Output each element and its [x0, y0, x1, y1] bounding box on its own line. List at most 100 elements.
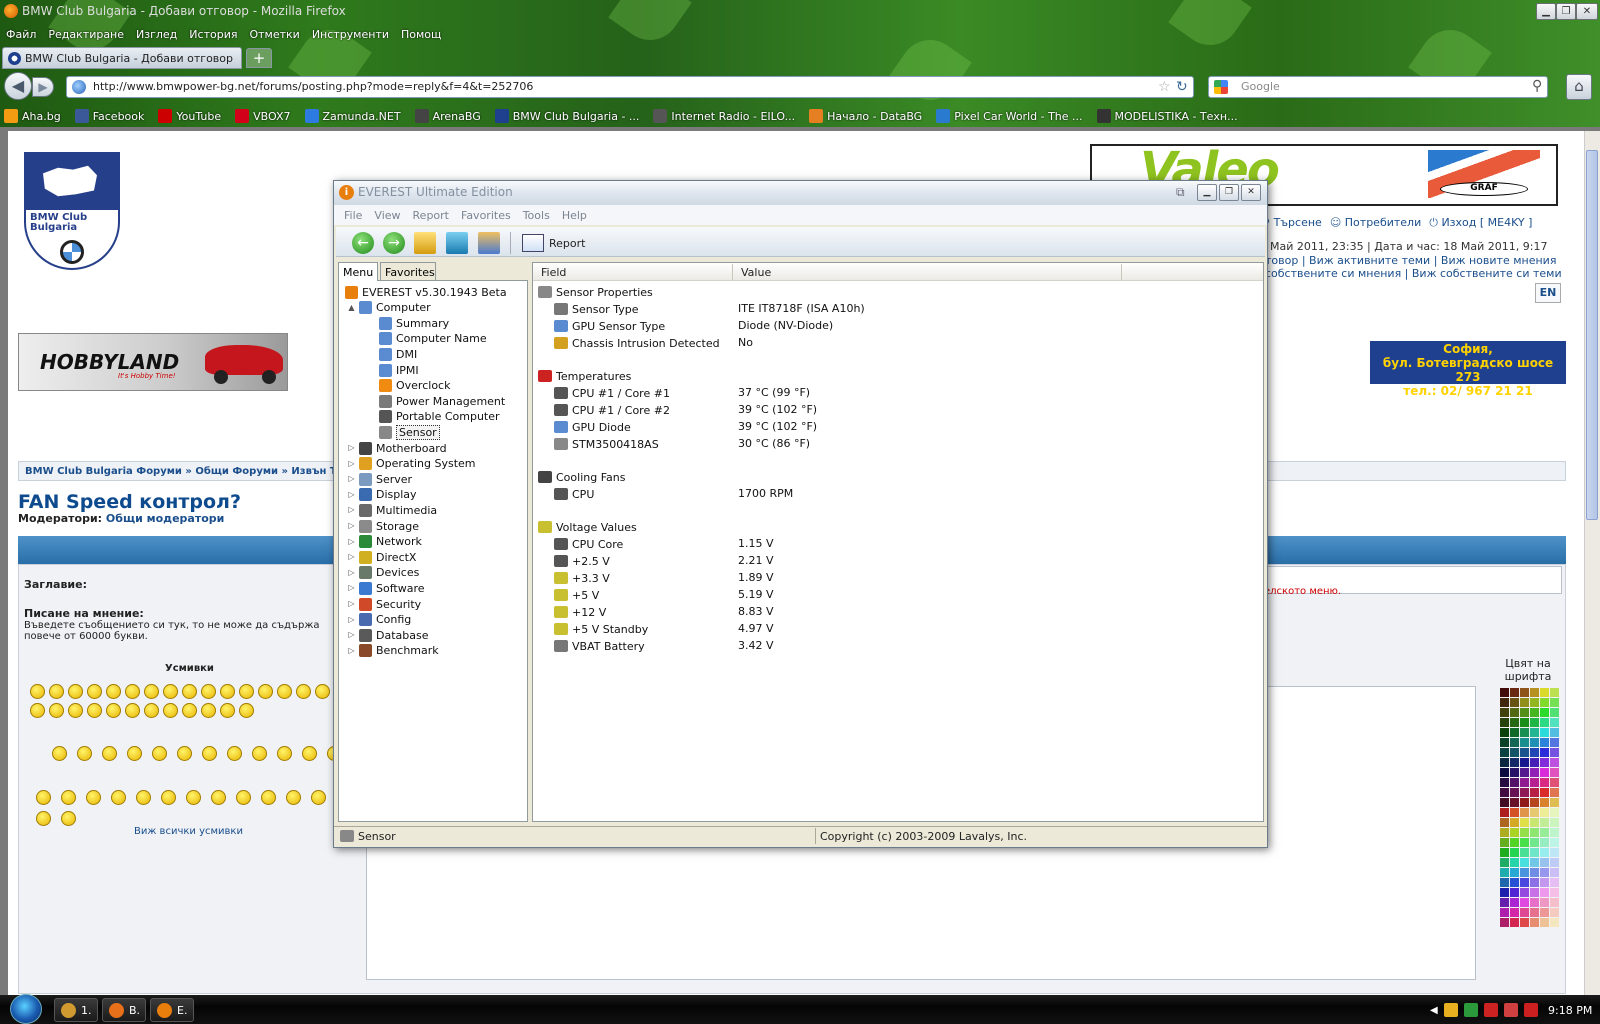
- expand-icon[interactable]: ▷: [347, 521, 356, 530]
- palette-swatch[interactable]: [1510, 788, 1519, 797]
- tree-item-devices[interactable]: Devices: [359, 565, 419, 581]
- start-button[interactable]: [10, 994, 42, 1024]
- expand-icon[interactable]: ▷: [347, 537, 356, 546]
- palette-swatch[interactable]: [1510, 888, 1519, 897]
- palette-swatch[interactable]: [1550, 718, 1559, 727]
- palette-swatch[interactable]: [1550, 808, 1559, 817]
- palette-swatch[interactable]: [1500, 898, 1509, 907]
- palette-swatch[interactable]: [1520, 828, 1529, 837]
- palette-swatch[interactable]: [1520, 868, 1529, 877]
- palette-swatch[interactable]: [1510, 908, 1519, 917]
- palette-swatch[interactable]: [1540, 808, 1549, 817]
- palette-swatch[interactable]: [1500, 838, 1509, 847]
- palette-swatch[interactable]: [1540, 778, 1549, 787]
- smiley-icon[interactable]: [286, 790, 301, 805]
- smiley-icon[interactable]: [30, 703, 45, 718]
- section-temperatures[interactable]: Temperatures: [538, 368, 631, 384]
- expand-icon[interactable]: ▷: [347, 615, 356, 624]
- sensor-row[interactable]: GPU Diode: [554, 419, 631, 435]
- palette-swatch[interactable]: [1540, 708, 1549, 717]
- smiley-icon[interactable]: [239, 684, 254, 699]
- palette-swatch[interactable]: [1540, 728, 1549, 737]
- quick-links-2[interactable]: собствените си мнения | Виж собствените …: [1265, 267, 1562, 280]
- back-button[interactable]: ◀: [4, 72, 32, 100]
- smiley-icon[interactable]: [68, 684, 83, 699]
- palette-swatch[interactable]: [1510, 748, 1519, 757]
- tree-item-everest-v5-30-1943-beta[interactable]: EVEREST v5.30.1943 Beta: [345, 284, 507, 300]
- palette-swatch[interactable]: [1530, 818, 1539, 827]
- tree-item-motherboard[interactable]: Motherboard: [359, 440, 447, 456]
- palette-swatch[interactable]: [1530, 848, 1539, 857]
- palette-swatch[interactable]: [1550, 788, 1559, 797]
- smiley-icon[interactable]: [177, 746, 192, 761]
- ev-forward-icon[interactable]: →: [383, 232, 405, 254]
- palette-swatch[interactable]: [1520, 788, 1529, 797]
- smiley-icon[interactable]: [163, 703, 178, 718]
- tree-item-portable-computer[interactable]: Portable Computer: [379, 409, 500, 425]
- palette-swatch[interactable]: [1530, 888, 1539, 897]
- palette-swatch[interactable]: [1530, 868, 1539, 877]
- ev-maximize-button[interactable]: ❐: [1219, 184, 1239, 201]
- palette-swatch[interactable]: [1550, 878, 1559, 887]
- palette-swatch[interactable]: [1550, 888, 1559, 897]
- palette-swatch[interactable]: [1540, 878, 1549, 887]
- smiley-icon[interactable]: [258, 684, 273, 699]
- palette-swatch[interactable]: [1510, 918, 1519, 927]
- moderators-link[interactable]: Общи модератори: [106, 512, 224, 525]
- palette-swatch[interactable]: [1520, 808, 1529, 817]
- expand-icon[interactable]: ▷: [347, 474, 356, 483]
- palette-swatch[interactable]: [1530, 858, 1539, 867]
- tree-item-sensor[interactable]: Sensor: [379, 424, 440, 440]
- palette-swatch[interactable]: [1550, 848, 1559, 857]
- palette-swatch[interactable]: [1530, 778, 1539, 787]
- section-sensor-properties[interactable]: Sensor Properties: [538, 284, 653, 300]
- smiley-icon[interactable]: [201, 684, 216, 699]
- column-separator[interactable]: [732, 264, 733, 280]
- palette-swatch[interactable]: [1530, 728, 1539, 737]
- smiley-icon[interactable]: [36, 790, 51, 805]
- palette-swatch[interactable]: [1520, 848, 1529, 857]
- palette-swatch[interactable]: [1550, 868, 1559, 877]
- palette-swatch[interactable]: [1500, 908, 1509, 917]
- palette-swatch[interactable]: [1540, 898, 1549, 907]
- palette-swatch[interactable]: [1540, 788, 1549, 797]
- browser-menu-3[interactable]: История: [183, 24, 243, 44]
- palette-swatch[interactable]: [1530, 688, 1539, 697]
- site-identity-icon[interactable]: [72, 80, 86, 94]
- palette-swatch[interactable]: [1520, 778, 1529, 787]
- browser-menu-6[interactable]: Помощ: [395, 24, 447, 44]
- palette-swatch[interactable]: [1500, 688, 1509, 697]
- palette-swatch[interactable]: [1530, 698, 1539, 707]
- tray-icon[interactable]: [1523, 1003, 1538, 1017]
- palette-swatch[interactable]: [1530, 838, 1539, 847]
- topnav-0[interactable]: ⚲ Търсене: [1262, 216, 1322, 232]
- bookmark-10[interactable]: MODELISTIKA - Техн...: [1096, 109, 1238, 123]
- palette-swatch[interactable]: [1530, 718, 1539, 727]
- palette-swatch[interactable]: [1550, 858, 1559, 867]
- palette-swatch[interactable]: [1510, 728, 1519, 737]
- topnav-1[interactable]: ☺ Потребители: [1330, 216, 1421, 232]
- smiley-icon[interactable]: [161, 790, 176, 805]
- palette-swatch[interactable]: [1510, 708, 1519, 717]
- minimize-button[interactable]: ▁: [1536, 3, 1556, 20]
- palette-swatch[interactable]: [1500, 748, 1509, 757]
- smiley-icon[interactable]: [30, 684, 45, 699]
- palette-swatch[interactable]: [1550, 838, 1559, 847]
- palette-swatch[interactable]: [1510, 698, 1519, 707]
- palette-swatch[interactable]: [1510, 808, 1519, 817]
- palette-swatch[interactable]: [1530, 768, 1539, 777]
- palette-swatch[interactable]: [1540, 688, 1549, 697]
- palette-swatch[interactable]: [1510, 718, 1519, 727]
- palette-swatch[interactable]: [1500, 698, 1509, 707]
- smiley-icon[interactable]: [211, 790, 226, 805]
- palette-swatch[interactable]: [1540, 888, 1549, 897]
- sensor-row[interactable]: +5 V: [554, 587, 599, 603]
- bookmark-8[interactable]: Начало - DataBG: [809, 109, 922, 123]
- palette-swatch[interactable]: [1510, 838, 1519, 847]
- tray-icon[interactable]: [1463, 1003, 1478, 1017]
- bookmark-7[interactable]: Internet Radio - EILO...: [653, 109, 795, 123]
- palette-swatch[interactable]: [1540, 698, 1549, 707]
- smiley-icon[interactable]: [111, 790, 126, 805]
- ev-back-icon[interactable]: ←: [352, 232, 374, 254]
- palette-swatch[interactable]: [1510, 688, 1519, 697]
